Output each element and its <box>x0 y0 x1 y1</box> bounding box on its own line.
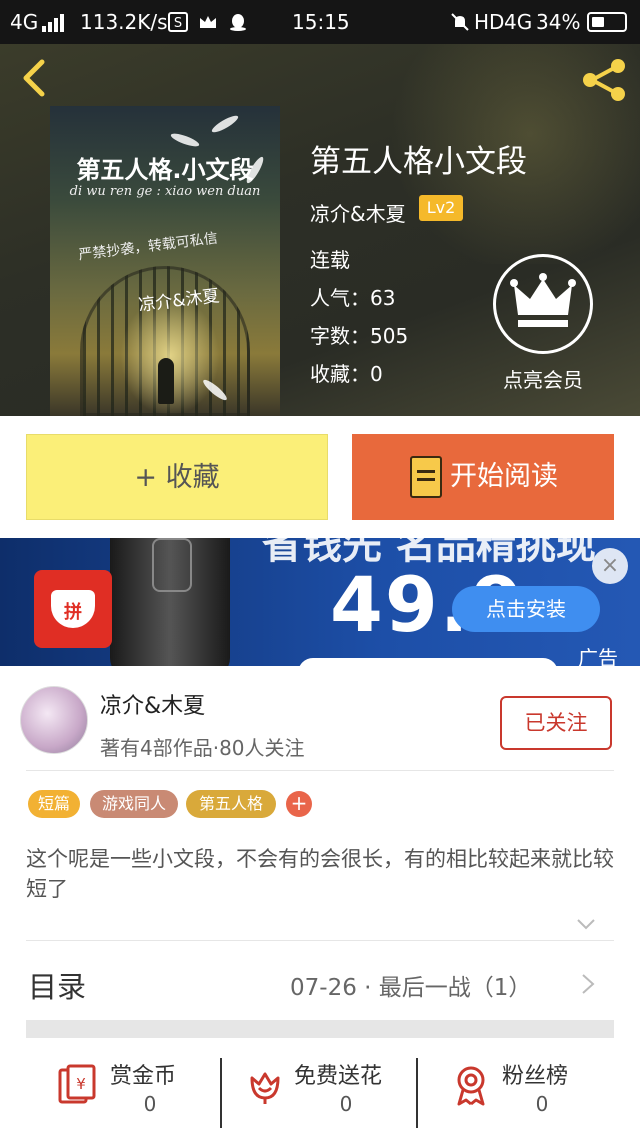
app-s-icon: S <box>168 12 188 32</box>
cover-pinyin: di wu ren ge : xiao wen duan <box>69 184 261 199</box>
book-popularity: 人气：63 <box>310 286 396 310</box>
ad-close-button[interactable]: × <box>592 548 628 584</box>
book-cover[interactable]: 第五人格.小文段 di wu ren ge : xiao wen duan 严禁… <box>50 106 280 416</box>
divider <box>220 1058 222 1128</box>
mute-icon <box>451 13 469 31</box>
install-button[interactable]: 点击安装 <box>452 586 600 632</box>
flower-icon <box>250 1072 280 1104</box>
collect-button[interactable]: + 收藏 <box>26 434 328 520</box>
send-flower-button[interactable]: 免费送花 0 <box>244 1058 404 1138</box>
share-button[interactable] <box>578 58 630 102</box>
battery-icon <box>587 12 627 32</box>
network-type: 4G <box>10 10 39 34</box>
chevron-right-icon <box>582 974 595 994</box>
author-card: 凉介&木夏 著有4部作品·80人关注 已关注 短篇 游戏同人 第五人格 + 这个… <box>0 666 640 1138</box>
avatar[interactable] <box>20 686 88 754</box>
svg-text:S: S <box>174 16 182 31</box>
ad-product-image <box>110 538 230 666</box>
ad-label: 广告 <box>578 646 618 666</box>
crown-status-icon <box>200 16 216 28</box>
coin-envelope-icon: ¥ <box>58 1064 96 1104</box>
vip-label[interactable]: 点亮会员 <box>478 364 608 393</box>
status-bar: 4G 113.2K/s S 15:15 HD 4G 34% <box>0 0 640 44</box>
author-name[interactable]: 凉介&木夏 <box>100 688 205 720</box>
back-button[interactable] <box>14 56 54 100</box>
follow-button[interactable]: 已关注 <box>500 696 612 750</box>
toc-label: 目录 <box>28 970 87 1004</box>
divider <box>416 1058 418 1128</box>
medal-icon <box>457 1066 485 1106</box>
cover-figure-art <box>158 358 174 404</box>
cover-title: 第五人格.小文段 <box>76 156 254 184</box>
book-status: 连载 <box>310 248 350 272</box>
share-icon <box>583 59 625 101</box>
tag-short[interactable]: 短篇 <box>28 790 80 818</box>
crown-icon <box>510 273 576 327</box>
tag-game-fanfic[interactable]: 游戏同人 <box>90 790 178 818</box>
reward-coins-button[interactable]: ¥ 赏金币 0 <box>56 1058 206 1138</box>
start-reading-button[interactable]: 开始阅读 <box>352 434 614 520</box>
svg-text:¥: ¥ <box>76 1075 86 1093</box>
divider <box>26 770 614 771</box>
qq-icon <box>230 14 246 31</box>
book-header: 第五人格.小文段 di wu ren ge : xiao wen duan 严禁… <box>0 44 640 416</box>
pinduoduo-logo[interactable]: 拼 <box>34 570 112 648</box>
network-type-right: 4G <box>504 10 533 34</box>
latest-chapter: 07-26 · 最后一战（1） <box>290 975 532 1001</box>
author-stats: 著有4部作品·80人关注 <box>100 736 305 760</box>
level-badge: Lv2 <box>419 195 463 221</box>
battery-percent: 34% <box>536 10 581 34</box>
vip-button[interactable] <box>493 254 593 354</box>
hd-indicator: HD <box>474 10 505 34</box>
book-author-link[interactable]: 凉介&木夏 <box>310 198 406 227</box>
book-word-count: 字数：505 <box>310 324 409 348</box>
section-separator <box>26 1020 614 1038</box>
book-title: 第五人格小文段 <box>310 144 527 180</box>
book-favorites: 收藏：0 <box>310 362 383 386</box>
fan-ranking-button[interactable]: 粉丝榜 0 <box>450 1058 590 1138</box>
divider <box>26 940 614 941</box>
book-description: 这个呢是一些小文段，不会有的会很长，有的相比较起来就比较短了 <box>26 847 614 901</box>
tag-identity-v[interactable]: 第五人格 <box>186 790 276 818</box>
cover-notice: 严禁抄袭，转载可私信 <box>77 230 219 264</box>
add-tag-button[interactable]: + <box>286 791 312 817</box>
signal-icon <box>42 12 68 32</box>
action-bar: + 收藏 开始阅读 <box>0 416 640 538</box>
network-speed: 113.2K/s <box>80 10 168 34</box>
clock: 15:15 <box>292 10 350 34</box>
ad-banner[interactable]: 省钱先 名品精挑现 拼 49.9 点击安装 × 广告 <box>0 538 640 666</box>
chevron-down-icon[interactable] <box>576 914 596 934</box>
chevron-left-icon <box>23 59 45 97</box>
book-icon <box>410 456 442 498</box>
table-of-contents-row[interactable]: 目录 07-26 · 最后一战（1） <box>0 942 640 1026</box>
